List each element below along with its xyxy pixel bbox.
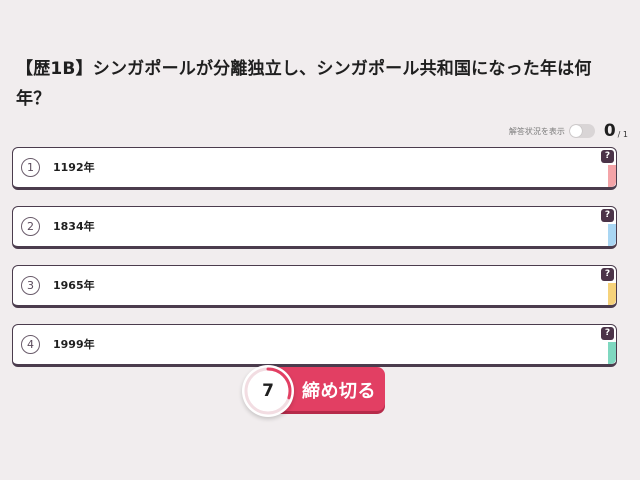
choice-color-strip — [608, 283, 616, 305]
choice-number-badge: 2 — [21, 217, 40, 236]
choice-color-strip — [608, 224, 616, 246]
question-text: 【歴1B】シンガポールが分離独立し、シンガポール共和国になった年は何年？ — [16, 59, 592, 109]
question-mark-icon[interactable]: ? — [601, 209, 614, 222]
answered-count: 0 — [603, 121, 616, 141]
answer-status-bar: 解答状況を表示 0 / 1 — [509, 121, 628, 141]
choice-option-3[interactable]: 3 1965年 ? — [12, 265, 617, 308]
show-answer-status-label: 解答状況を表示 — [508, 126, 565, 136]
question-mark-icon[interactable]: ? — [601, 150, 614, 163]
choice-number-badge: 1 — [21, 158, 40, 177]
choice-option-4[interactable]: 4 1999年 ? — [12, 324, 617, 367]
choice-label: 1192年 — [53, 161, 95, 174]
timer-value: 7 — [262, 381, 274, 401]
choice-label: 1965年 — [53, 279, 95, 292]
question-mark-icon[interactable]: ? — [601, 268, 614, 281]
choice-option-1[interactable]: 1 1192年 ? — [12, 147, 617, 190]
choice-list: 1 1192年 ? 2 1834年 ? 3 1965年 ? 4 1999年 ? — [12, 147, 617, 383]
answer-status-toggle[interactable] — [568, 124, 595, 138]
choice-color-strip — [608, 165, 616, 187]
choice-number-badge: 3 — [21, 276, 40, 295]
choice-color-strip — [608, 342, 616, 364]
toggle-knob — [569, 125, 582, 137]
deadline-control: 締め切る 7 — [242, 365, 388, 417]
choice-label: 1999年 — [53, 338, 95, 351]
choice-option-2[interactable]: 2 1834年 ? — [12, 206, 617, 249]
total-count: / 1 — [617, 129, 628, 139]
question-mark-icon[interactable]: ? — [601, 327, 614, 340]
choice-number-badge: 4 — [21, 335, 40, 354]
countdown-timer: 7 — [242, 365, 294, 417]
close-answers-label: 締め切る — [302, 381, 376, 402]
choice-label: 1834年 — [53, 220, 95, 233]
